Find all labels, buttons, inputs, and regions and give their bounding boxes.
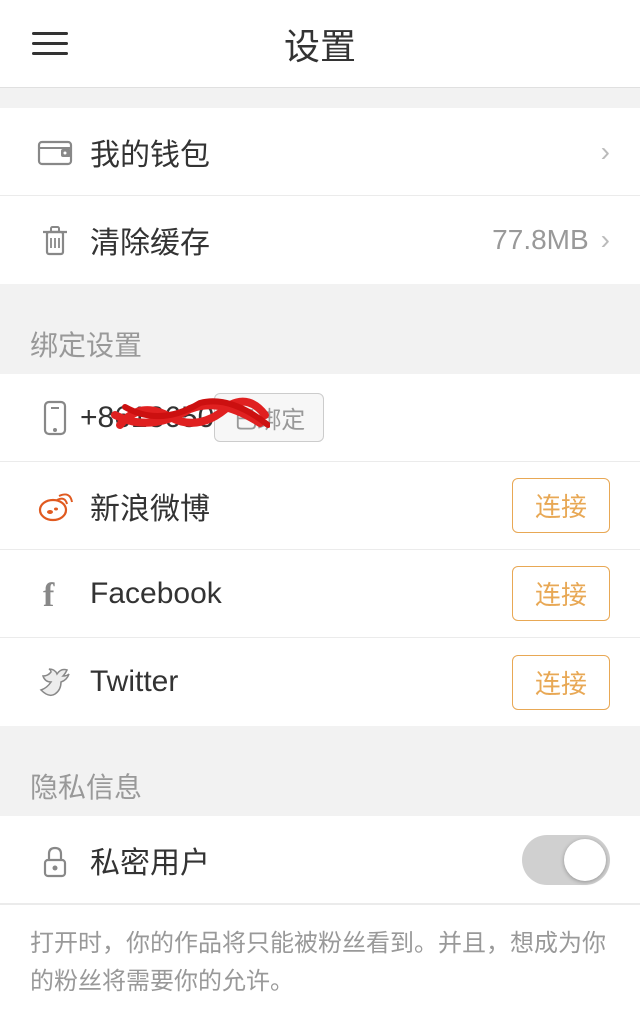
facebook-item[interactable]: f Facebook 连接 — [0, 550, 640, 638]
menu-line-3 — [32, 52, 68, 55]
clear-cache-chevron: › — [601, 224, 610, 256]
wallet-item[interactable]: 我的钱包 › — [0, 108, 640, 196]
twitter-connect-button[interactable]: 连接 — [512, 655, 610, 710]
gap-1 — [0, 88, 640, 108]
phone-item[interactable]: +8613650 已绑定 — [0, 374, 640, 462]
phone-icon — [30, 398, 80, 438]
page-title: 设置 — [284, 18, 356, 70]
menu-line-1 — [32, 32, 68, 35]
twitter-label: Twitter — [90, 665, 512, 699]
cache-size: 77.8MB — [492, 224, 589, 256]
clear-cache-item[interactable]: 清除缓存 77.8MB › — [0, 196, 640, 284]
twitter-icon — [30, 662, 80, 702]
menu-button[interactable] — [32, 32, 68, 55]
private-user-item[interactable]: 私密用户 — [0, 816, 640, 904]
redact-overlay — [110, 395, 270, 439]
privacy-note: 打开时，你的作品将只能被粉丝看到。并且，想成为你的粉丝将需要你的允许。 — [0, 904, 640, 1032]
weibo-icon — [30, 486, 80, 526]
clear-cache-label: 清除缓存 — [90, 218, 492, 262]
gap-3 — [0, 726, 640, 746]
svg-text:f: f — [43, 577, 55, 614]
menu-line-2 — [32, 42, 68, 45]
private-user-label: 私密用户 — [90, 838, 522, 882]
phone-number-container: +8613650 — [80, 401, 214, 435]
binding-section: +8613650 已绑定 新浪微博 连接 — [0, 374, 640, 726]
twitter-item[interactable]: Twitter 连接 — [0, 638, 640, 726]
trash-icon — [30, 220, 80, 260]
lock-icon — [30, 840, 80, 880]
facebook-connect-button[interactable]: 连接 — [512, 566, 610, 621]
facebook-label: Facebook — [90, 577, 512, 611]
gap-2 — [0, 284, 640, 304]
wallet-chevron: › — [601, 136, 610, 168]
wallet-label: 我的钱包 — [90, 130, 601, 174]
weibo-label: 新浪微博 — [90, 484, 512, 528]
wallet-icon — [30, 132, 80, 172]
privacy-section-header: 隐私信息 — [0, 746, 640, 816]
private-user-toggle[interactable] — [522, 835, 610, 885]
header: 设置 — [0, 0, 640, 88]
weibo-item[interactable]: 新浪微博 连接 — [0, 462, 640, 550]
binding-section-header: 绑定设置 — [0, 304, 640, 374]
facebook-icon: f — [30, 574, 80, 614]
weibo-connect-button[interactable]: 连接 — [512, 478, 610, 533]
privacy-section: 私密用户 打开时，你的作品将只能被粉丝看到。并且，想成为你的粉丝将需要你的允许。 — [0, 816, 640, 1032]
toggle-knob — [564, 839, 606, 881]
top-section: 我的钱包 › 清除缓存 77.8MB › — [0, 108, 640, 284]
